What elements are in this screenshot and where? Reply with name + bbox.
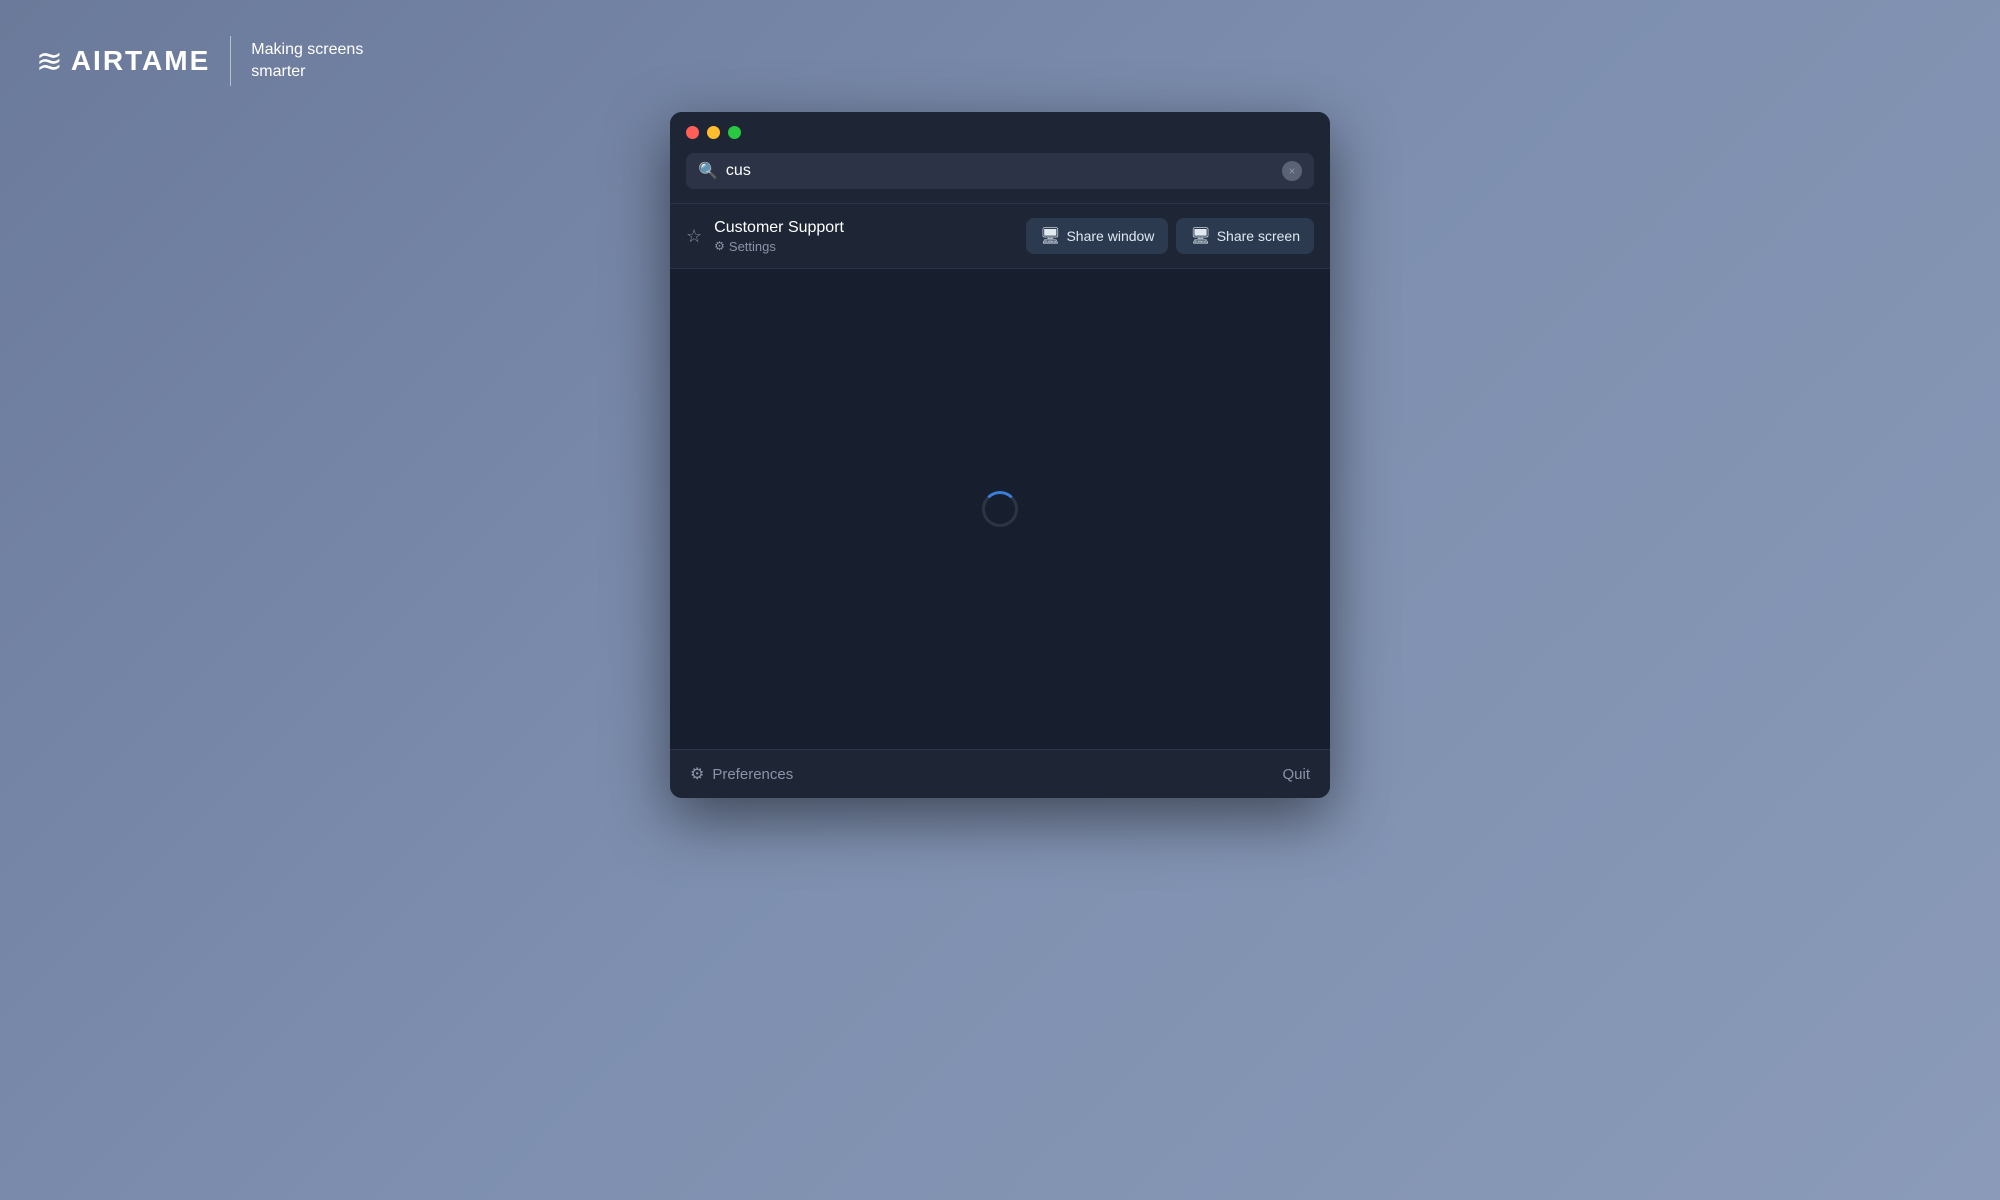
title-bar	[670, 112, 1330, 153]
quit-button[interactable]: Quit	[1282, 766, 1310, 783]
result-settings: ⚙ Settings	[714, 239, 844, 254]
share-screen-label: Share screen	[1217, 228, 1300, 244]
logo-tagline: Making screenssmarter	[251, 39, 363, 84]
quit-label: Quit	[1282, 766, 1310, 783]
search-icon: 🔍	[698, 161, 718, 181]
logo-brand: ≋ AIRTAME	[36, 42, 210, 80]
loading-spinner-wrapper	[982, 491, 1018, 527]
search-input[interactable]	[726, 162, 1274, 180]
share-screen-button[interactable]: 🖥 Share screen	[1176, 218, 1314, 254]
loading-spinner	[982, 491, 1018, 527]
preferences-icon: ⚙	[690, 764, 704, 784]
logo-area: ≋ AIRTAME Making screenssmarter	[36, 36, 363, 86]
result-actions: 🖥 Share window 🖥 Share screen	[1026, 218, 1314, 254]
favorite-star-icon[interactable]: ☆	[686, 226, 702, 247]
logo-waves-icon: ≋	[36, 42, 61, 80]
maximize-button[interactable]	[728, 126, 741, 139]
result-info: Customer Support ⚙ Settings	[714, 219, 844, 254]
app-window: 🔍 × ☆ Customer Support ⚙ Settings	[670, 112, 1330, 798]
result-name: Customer Support	[714, 219, 844, 237]
share-screen-icon: 🖥	[1190, 226, 1210, 246]
search-bar: 🔍 ×	[670, 153, 1330, 203]
result-left: ☆ Customer Support ⚙ Settings	[686, 219, 844, 254]
logo-divider	[230, 36, 231, 86]
main-content	[670, 269, 1330, 749]
search-clear-button[interactable]: ×	[1282, 161, 1302, 181]
result-item: ☆ Customer Support ⚙ Settings 🖥 Share wi…	[670, 204, 1330, 268]
search-wrapper: 🔍 ×	[686, 153, 1314, 189]
preferences-button[interactable]: ⚙ Preferences	[690, 764, 793, 784]
bottom-bar: ⚙ Preferences Quit	[670, 749, 1330, 798]
preferences-label: Preferences	[712, 766, 793, 783]
desktop: ≋ AIRTAME Making screenssmarter 🔍 ×	[0, 0, 2000, 1200]
close-button[interactable]	[686, 126, 699, 139]
share-window-button[interactable]: 🖥 Share window	[1026, 218, 1168, 254]
logo-name: AIRTAME	[71, 45, 210, 77]
minimize-button[interactable]	[707, 126, 720, 139]
share-window-icon: 🖥	[1040, 226, 1060, 246]
settings-gear-icon: ⚙	[714, 239, 725, 253]
share-window-label: Share window	[1066, 228, 1154, 244]
settings-label: Settings	[729, 239, 776, 254]
